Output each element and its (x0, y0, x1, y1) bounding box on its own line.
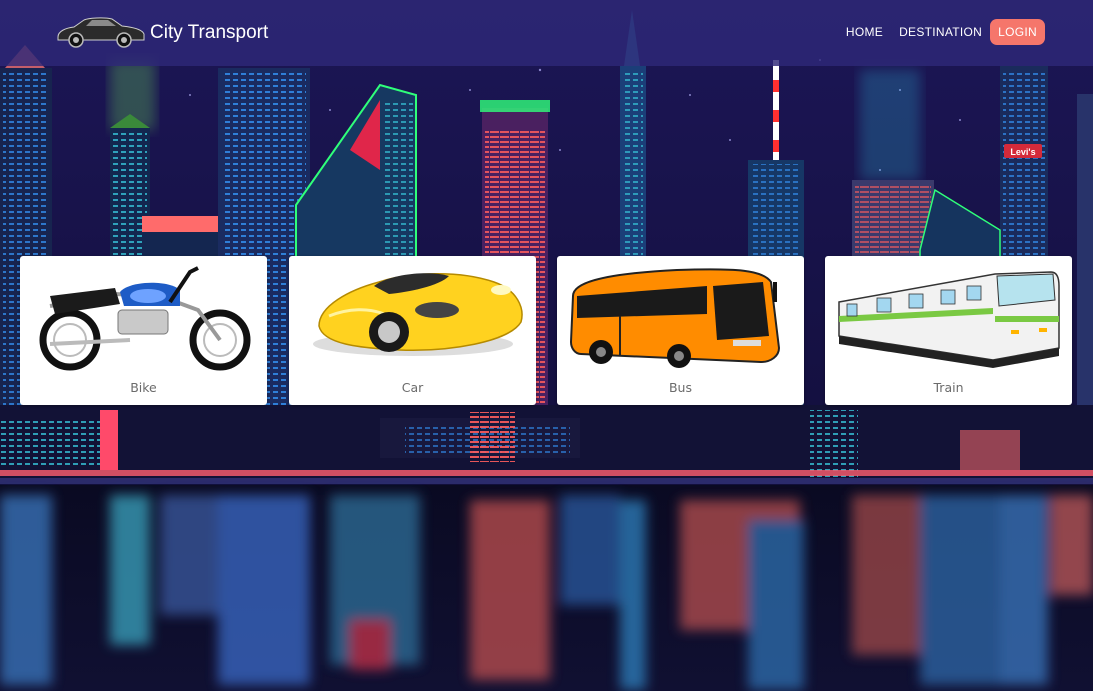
brand-title: City Transport (150, 22, 269, 43)
bus-image (569, 268, 781, 368)
bike-image (39, 266, 251, 371)
transport-card-car[interactable]: Car (289, 256, 536, 405)
transport-card-bike[interactable]: Bike (20, 256, 267, 405)
nav-destination-link[interactable]: DESTINATION (899, 25, 982, 39)
transport-card-bus[interactable]: Bus (557, 256, 804, 405)
transport-card-train[interactable]: Train (825, 256, 1072, 405)
svg-text:Levi's: Levi's (1010, 147, 1035, 157)
train-image (838, 271, 1060, 368)
car-image (313, 273, 523, 356)
card-label: Train (933, 380, 964, 395)
car-logo-icon (57, 17, 145, 48)
card-label: Bus (668, 380, 692, 395)
card-label: Bike (130, 380, 157, 395)
brand-logo-link[interactable]: City Transport (52, 8, 268, 58)
main-nav: HOME DESTINATION LOGIN (830, 19, 1045, 45)
navbar: City Transport HOME DESTINATION LOGIN (0, 0, 1093, 66)
nav-home-link[interactable]: HOME (846, 25, 883, 39)
card-label: Car (401, 380, 424, 395)
login-button[interactable]: LOGIN (990, 19, 1045, 45)
